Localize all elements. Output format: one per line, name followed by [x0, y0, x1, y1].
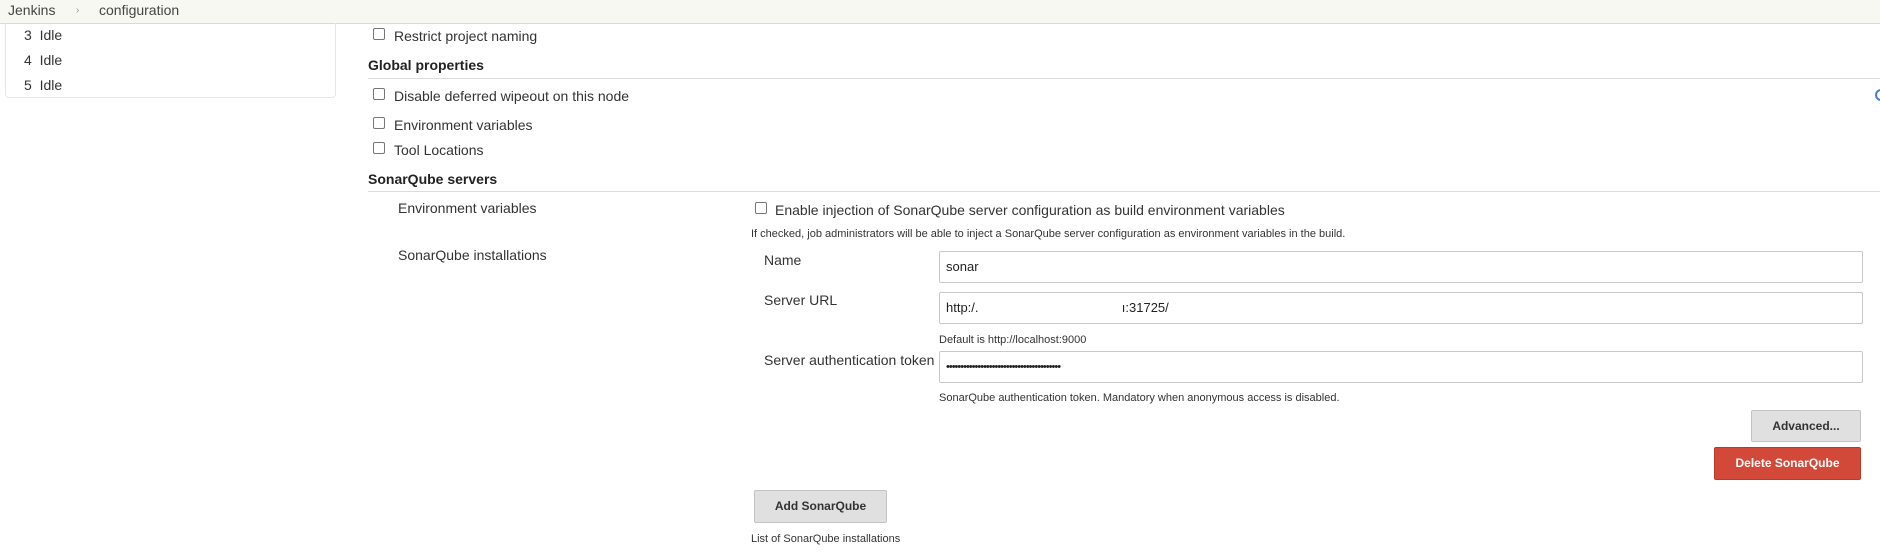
name-input-value: sonar [946, 259, 979, 274]
help-icon[interactable] [1875, 89, 1880, 101]
advanced-button[interactable]: Advanced... [1751, 410, 1861, 442]
delete-sonarqube-button[interactable]: Delete SonarQube [1714, 447, 1861, 480]
enable-injection-help: If checked, job administrators will be a… [751, 228, 1346, 240]
executor-status: Idle [39, 77, 63, 93]
breadcrumb-item-jenkins[interactable]: Jenkins [8, 2, 55, 18]
section-divider [368, 191, 1880, 192]
executor-row: 3 Idle [24, 27, 62, 43]
add-sonarqube-button[interactable]: Add SonarQube [754, 490, 887, 523]
disable-wipeout-checkbox[interactable] [373, 88, 385, 100]
restrict-naming-checkbox[interactable] [373, 28, 385, 40]
enable-injection-label: Enable injection of SonarQube server con… [775, 202, 1285, 218]
server-url-label: Server URL [764, 292, 838, 308]
name-input[interactable]: sonar [939, 251, 1863, 283]
environment-variables-checkbox[interactable] [373, 117, 385, 129]
enable-injection-checkbox[interactable] [755, 202, 767, 214]
sonar-installations-label: SonarQube installations [398, 247, 547, 263]
section-divider [368, 78, 1880, 79]
installations-list-help: List of SonarQube installations [751, 533, 901, 545]
token-input-value: •••••••••••••••••••••••••••••••••••••••• [946, 361, 1061, 373]
tool-locations-checkbox[interactable] [373, 142, 385, 154]
disable-wipeout-label: Disable deferred wipeout on this node [394, 88, 630, 104]
breadcrumb [0, 0, 1880, 24]
executor-row: 5 Idle [24, 77, 62, 93]
server-url-value-start: http:/. [946, 300, 979, 315]
executor-number: 3 [24, 27, 32, 43]
executor-status: Idle [39, 52, 63, 68]
executor-row: 4 Idle [24, 52, 62, 68]
server-url-help: Default is http://localhost:9000 [939, 334, 1087, 346]
token-input[interactable]: •••••••••••••••••••••••••••••••••••••••• [939, 351, 1863, 383]
server-url-value-end: ı:31725/ [1121, 300, 1169, 315]
server-url-input[interactable]: http:/. ı:31725/ [939, 292, 1863, 324]
environment-variables-label: Environment variables [394, 117, 533, 133]
tool-locations-label: Tool Locations [394, 142, 484, 158]
token-help: SonarQube authentication token. Mandator… [939, 392, 1340, 404]
executor-number: 4 [24, 52, 32, 68]
restrict-naming-label: Restrict project naming [394, 28, 538, 44]
breadcrumb-item-configuration[interactable]: configuration [99, 2, 179, 18]
executor-number: 5 [24, 77, 32, 93]
executor-status: Idle [39, 27, 63, 43]
token-label: Server authentication token [764, 352, 935, 368]
sonar-env-label: Environment variables [398, 200, 537, 216]
name-label: Name [764, 252, 802, 268]
chevron-right-icon: › [76, 5, 80, 16]
sonarqube-servers-title: SonarQube servers [368, 171, 498, 187]
global-properties-title: Global properties [368, 57, 484, 73]
